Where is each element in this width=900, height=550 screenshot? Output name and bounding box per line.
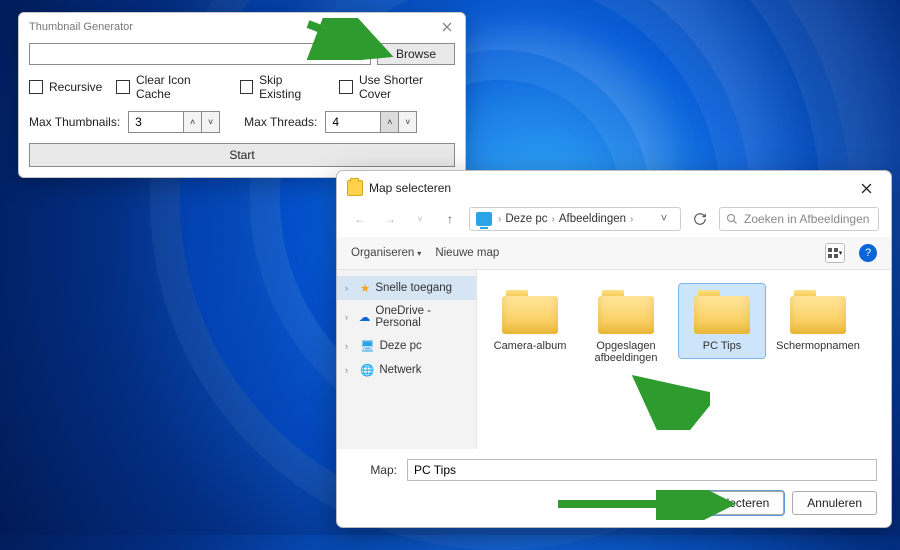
tree-item-label: Deze pc [380,340,422,352]
tree-item-label: OneDrive - Personal [375,305,468,329]
tree-item-pc[interactable]: ›🖥Deze pc [337,334,476,358]
folder-label: PC Tips [703,340,742,352]
nav-up-icon[interactable]: ↑ [439,208,461,230]
chevron-down-icon[interactable]: ˅ [654,213,674,225]
crumb-folder[interactable]: Afbeeldingen [559,213,626,225]
search-placeholder: Zoeken in Afbeeldingen [744,212,869,226]
max-thumbs-up[interactable]: ˄ [183,112,201,132]
folder-item[interactable]: Schermopnamen [775,284,861,358]
new-folder-button[interactable]: Nieuwe map [435,247,499,259]
path-input[interactable] [29,43,371,65]
folder-field-label: Map: [351,463,397,477]
max-thumbs-down[interactable]: ˅ [201,112,219,132]
max-thumbs-stepper[interactable]: ˄ ˅ [128,111,220,133]
max-threads-up[interactable]: ˄ [380,112,398,132]
folder-item[interactable]: PC Tips [679,284,765,358]
dlg-title: Map selecteren [369,181,851,195]
cancel-button[interactable]: Annuleren [792,491,877,515]
tree-item-label: Snelle toegang [375,282,452,294]
star-icon: ★ [360,281,370,295]
crumb-root[interactable]: Deze pc [505,213,547,225]
max-threads-down[interactable]: ˅ [398,112,416,132]
folder-icon [790,290,846,334]
clear-cache-checkbox[interactable]: Clear Icon Cache [116,73,225,101]
nav-back-icon[interactable]: ← [349,208,371,230]
cloud-icon: ☁ [359,310,371,324]
folder-label: Camera-album [494,340,567,352]
folder-item[interactable]: Camera-album [487,284,573,358]
max-threads-label: Max Threads: [244,115,317,129]
select-folder-button[interactable]: Map selecteren [672,491,784,515]
folder-select-dialog: Map selecteren ← → ˅ ↑ › Deze pc › Afbee… [336,170,892,528]
tree-item-cloud[interactable]: ›☁OneDrive - Personal [337,300,476,334]
pc-icon: 🖥 [360,339,375,353]
close-icon[interactable] [851,177,881,199]
dlg-titlebar: Map selecteren [337,171,891,205]
max-threads-stepper[interactable]: ˄ ˅ [325,111,417,133]
max-thumbs-label: Max Thumbnails: [29,115,120,129]
organize-menu[interactable]: Organiseren▾ [351,247,421,259]
shorter-cover-label: Use Shorter Cover [359,73,455,101]
max-thumbs-input[interactable] [129,112,183,132]
breadcrumb[interactable]: › Deze pc › Afbeeldingen › ˅ [469,207,681,231]
folder-label: Schermopnamen [776,340,860,352]
help-icon[interactable]: ? [859,244,877,262]
close-icon[interactable] [439,19,455,35]
tree-item-label: Netwerk [379,364,421,376]
tg-title: Thumbnail Generator [29,21,439,33]
thumbnail-generator-window: Thumbnail Generator Browse Recursive Cle… [18,12,466,178]
tg-titlebar: Thumbnail Generator [19,13,465,39]
folder-icon [502,290,558,334]
folder-icon [694,290,750,334]
tree-item-star[interactable]: ›★Snelle toegang [337,276,476,300]
nav-tree: ›★Snelle toegang›☁OneDrive - Personal›🖥D… [337,270,477,449]
nav-forward-icon[interactable]: → [379,208,401,230]
max-threads-input[interactable] [326,112,380,132]
recursive-checkbox[interactable]: Recursive [29,80,102,94]
search-icon [726,213,738,225]
folder-label: Opgeslagen afbeeldingen [585,340,667,364]
view-button[interactable]: ▾ [825,243,845,263]
file-list: Camera-album Opgeslagen afbeeldingen PC Ti… [477,270,891,449]
recursive-label: Recursive [49,80,102,94]
browse-button[interactable]: Browse [377,43,455,65]
globe-icon: 🌐 [360,363,374,377]
tree-item-globe[interactable]: ›🌐Netwerk [337,358,476,382]
folder-icon [598,290,654,334]
clear-cache-label: Clear Icon Cache [136,73,226,101]
shorter-cover-checkbox[interactable]: Use Shorter Cover [339,73,455,101]
folder-field-input[interactable] [407,459,877,481]
search-input[interactable]: Zoeken in Afbeeldingen [719,207,879,231]
nav-recent-icon[interactable]: ˅ [409,208,431,230]
folder-item[interactable]: Opgeslagen afbeeldingen [583,284,669,370]
refresh-icon[interactable] [689,208,711,230]
pc-icon [476,212,492,226]
skip-existing-label: Skip Existing [259,73,325,101]
skip-existing-checkbox[interactable]: Skip Existing [240,73,326,101]
folder-icon [347,180,363,196]
start-button[interactable]: Start [29,143,455,167]
